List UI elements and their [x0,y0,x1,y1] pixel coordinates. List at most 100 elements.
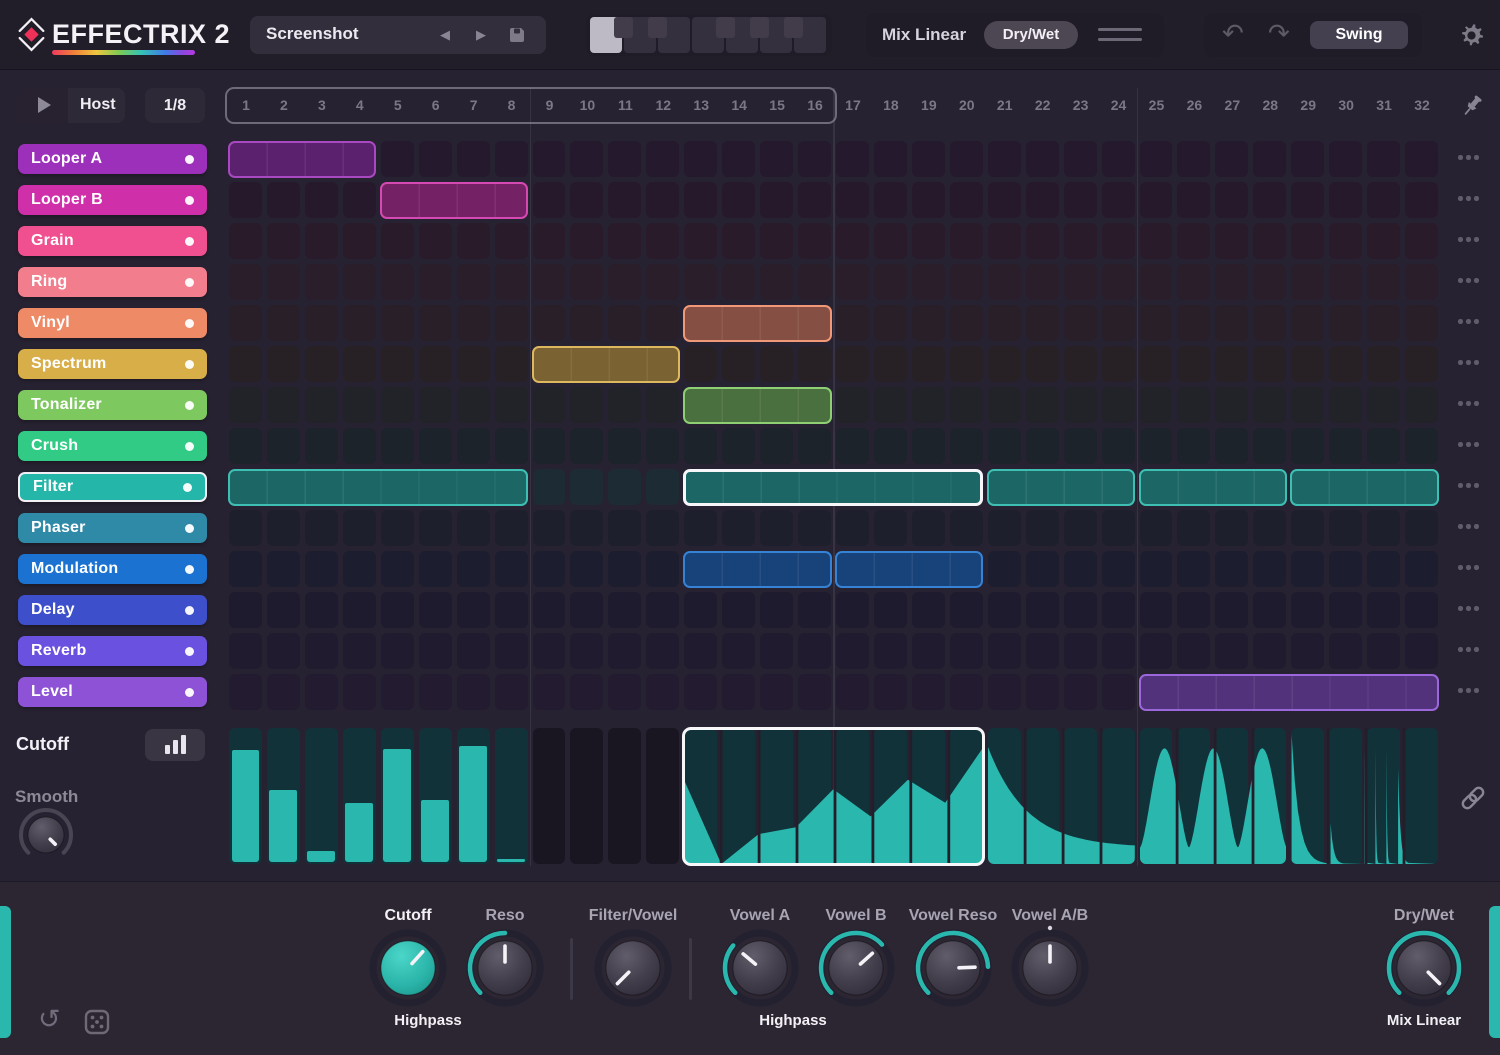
row-menu-button[interactable] [1458,401,1479,406]
grid-cell[interactable] [342,264,376,300]
grid-cell[interactable] [456,551,490,587]
track-enable-dot[interactable] [185,687,194,697]
grid-cell[interactable] [836,387,869,423]
track-enable-dot[interactable] [185,441,194,451]
grid-cell[interactable] [1177,633,1211,669]
grid-cell[interactable] [266,551,300,587]
grid-cell[interactable] [229,223,262,259]
grid-cell[interactable] [1405,305,1438,341]
grid-cell[interactable] [1063,510,1097,546]
grid-cell[interactable] [532,182,566,218]
grid-cell[interactable] [1215,305,1249,341]
grid-cell[interactable] [456,510,490,546]
grid-cell[interactable] [949,141,983,177]
grid-cell[interactable] [987,592,1021,628]
grid-cell[interactable] [1329,182,1363,218]
grid-cell[interactable] [494,592,528,628]
lane-step-cell[interactable] [646,728,680,864]
grid-cell[interactable] [342,510,376,546]
grid-cell[interactable] [1253,264,1287,300]
grid-cell[interactable] [798,141,831,177]
grid-cell[interactable] [911,264,945,300]
grid-cell[interactable] [266,428,300,464]
grid-cell[interactable] [1405,223,1438,259]
track-enable-dot[interactable] [185,195,194,205]
grid-cell[interactable] [684,141,718,177]
grid-cell[interactable] [1063,182,1097,218]
grid-cell[interactable] [911,674,945,710]
grid-cell[interactable] [1253,510,1287,546]
effect-block-spectrum[interactable] [531,345,680,383]
track-enable-dot[interactable] [185,236,194,246]
grid-cell[interactable] [1291,633,1325,669]
grid-cell[interactable] [266,305,300,341]
grid-cell[interactable] [304,264,338,300]
grid-cell[interactable] [1139,387,1173,423]
grid-cell[interactable] [1253,346,1287,382]
grid-cell[interactable] [760,264,794,300]
effect-block-filter[interactable] [1290,468,1439,506]
grid-cell[interactable] [1177,223,1211,259]
grid-cell[interactable] [646,674,680,710]
track-enable-dot[interactable] [185,605,194,615]
grid-cell[interactable] [760,182,794,218]
grid-cell[interactable] [987,223,1021,259]
grid-cell[interactable] [1139,428,1173,464]
grid-cell[interactable] [494,551,528,587]
grid-cell[interactable] [456,633,490,669]
grid-cell[interactable] [532,469,566,505]
dry-wet-knob[interactable] [1378,922,1470,1014]
grid-cell[interactable] [1063,223,1097,259]
grid-cell[interactable] [342,223,376,259]
grid-cell[interactable] [1253,633,1287,669]
grid-cell[interactable] [570,141,604,177]
swing-button[interactable]: Swing [1310,21,1408,49]
grid-cell[interactable] [304,592,338,628]
grid-cell[interactable] [1139,182,1173,218]
grid-cell[interactable] [1253,551,1287,587]
row-menu-button[interactable] [1458,442,1479,447]
grid-cell[interactable] [229,264,262,300]
grid-cell[interactable] [949,674,983,710]
grid-cell[interactable] [494,305,528,341]
grid-cell[interactable] [949,387,983,423]
grid-cell[interactable] [1063,428,1097,464]
grid-cell[interactable] [1405,264,1438,300]
grid-cell[interactable] [760,428,794,464]
grid-cell[interactable] [266,387,300,423]
grid-cell[interactable] [722,428,756,464]
grid-cell[interactable] [911,633,945,669]
grid-cell[interactable] [304,674,338,710]
grid-cell[interactable] [873,182,907,218]
grid-cell[interactable] [646,469,680,505]
effect-block-level[interactable] [1138,673,1439,711]
grid-cell[interactable] [494,346,528,382]
grid-cell[interactable] [1101,346,1135,382]
grid-cell[interactable] [911,141,945,177]
grid-cell[interactable] [229,346,262,382]
grid-cell[interactable] [494,387,528,423]
grid-cell[interactable] [456,674,490,710]
grid-cell[interactable] [1025,551,1059,587]
grid-cell[interactable] [570,387,604,423]
grid-cell[interactable] [646,223,680,259]
vowel-b-knob[interactable] [810,922,902,1014]
grid-cell[interactable] [304,428,338,464]
grid-cell[interactable] [1367,387,1401,423]
grid-cell[interactable] [1139,346,1173,382]
grid-cell[interactable] [987,346,1021,382]
grid-cell[interactable] [949,428,983,464]
grid-cell[interactable] [380,674,414,710]
grid-cell[interactable] [570,674,604,710]
grid-cell[interactable] [304,182,338,218]
grid-cell[interactable] [836,674,869,710]
grid-cell[interactable] [1025,428,1059,464]
grid-cell[interactable] [380,305,414,341]
grid-cell[interactable] [1139,305,1173,341]
grid-cell[interactable] [798,633,831,669]
grid-cell[interactable] [873,141,907,177]
grid-cell[interactable] [494,674,528,710]
grid-cell[interactable] [684,264,718,300]
row-menu-button[interactable] [1458,360,1479,365]
track-button-vinyl[interactable]: Vinyl [18,308,207,338]
